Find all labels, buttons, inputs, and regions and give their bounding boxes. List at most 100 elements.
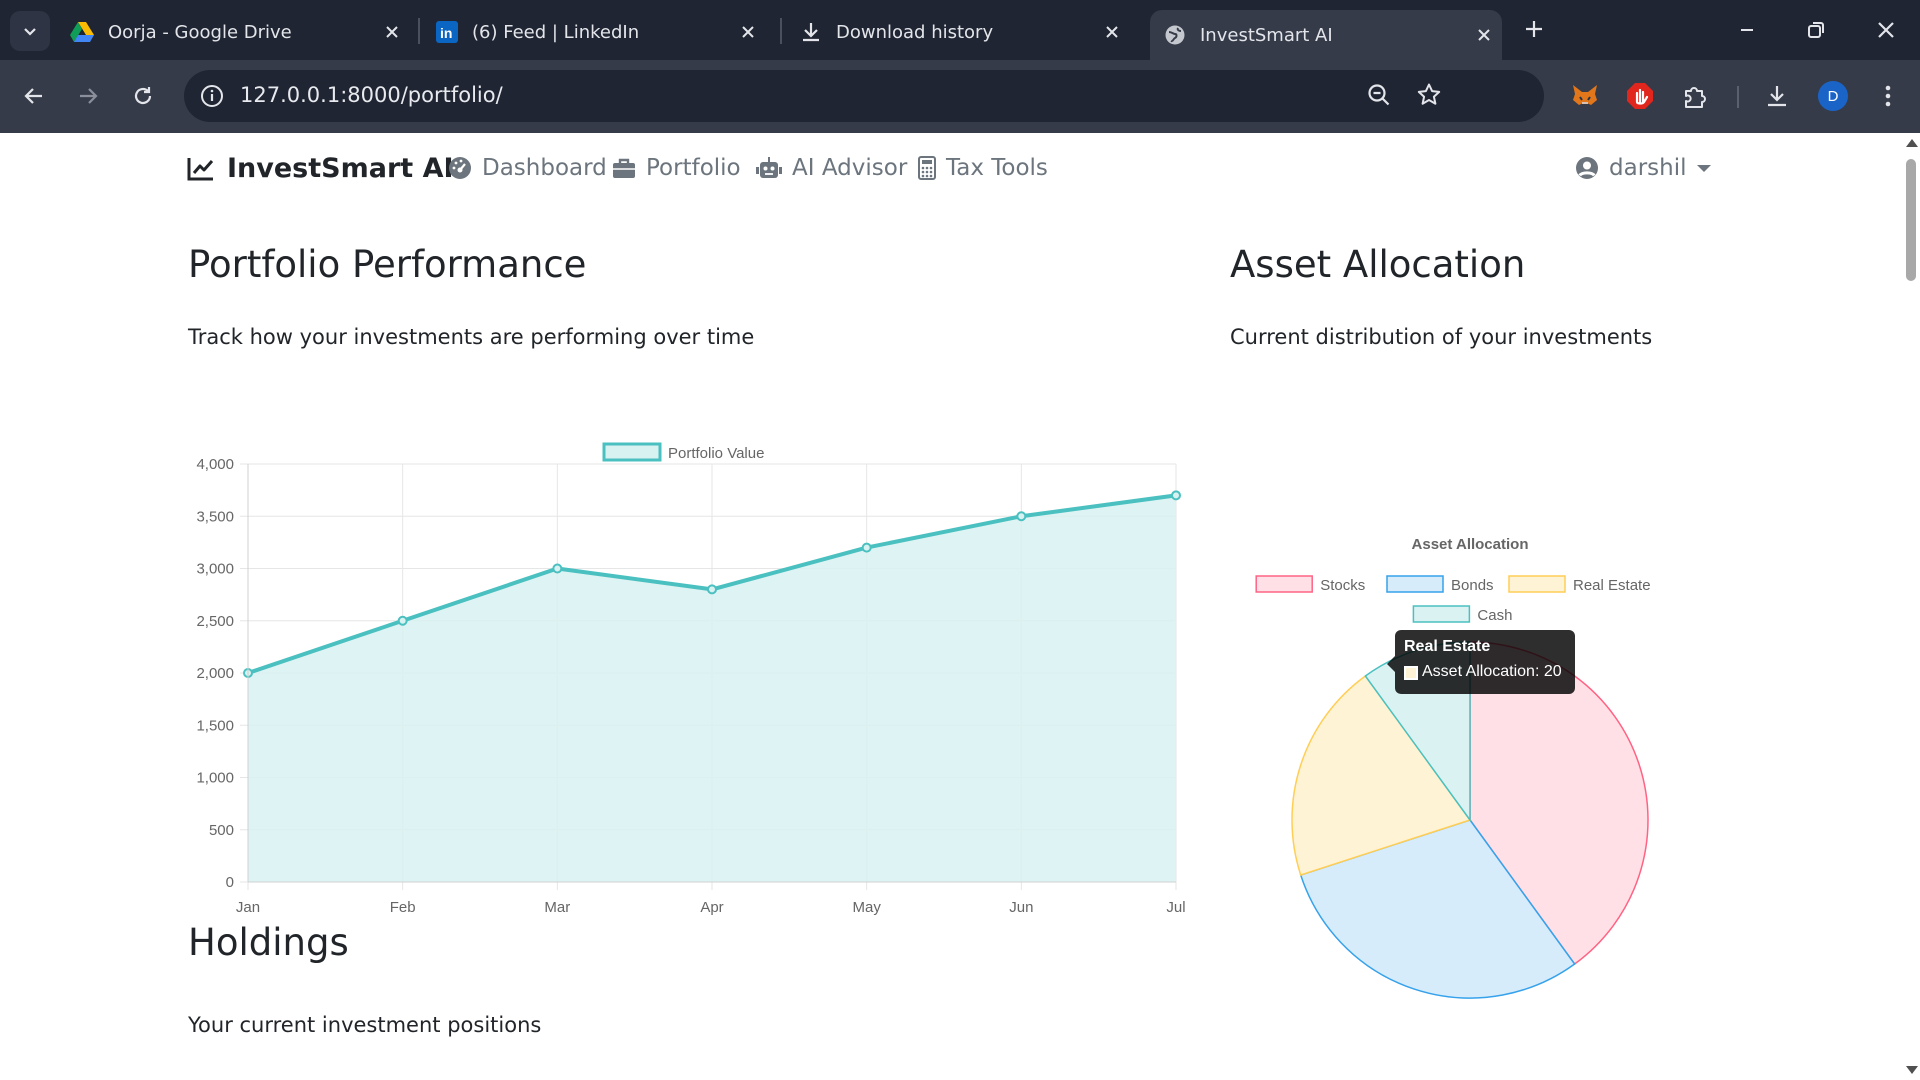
briefcase-icon: [613, 158, 635, 178]
tab-title: Download history: [836, 21, 994, 43]
google-drive-icon: [70, 22, 94, 42]
tab-separator: [780, 18, 782, 44]
arrow-left-icon: [24, 88, 42, 104]
minimize-button[interactable]: [1725, 10, 1769, 50]
zoom-out-icon: [1368, 84, 1390, 106]
legend-label: Stocks: [1320, 577, 1365, 594]
nav-link-label: Portfolio: [646, 155, 741, 181]
x-tick-label: Jan: [236, 899, 260, 916]
close-icon: [1106, 26, 1118, 38]
svg-text:in: in: [440, 25, 452, 41]
tab-google-drive[interactable]: Oorja - Google Drive: [70, 10, 410, 54]
profile-avatar[interactable]: D: [1818, 81, 1848, 111]
chart-tooltip: Real Estate Asset Allocation: 20: [1387, 630, 1575, 694]
more-vertical-icon: [1885, 85, 1891, 107]
robot-icon: [756, 157, 782, 178]
reload-button[interactable]: [125, 78, 161, 114]
restore-button[interactable]: [1794, 10, 1838, 50]
linkedin-icon: in: [436, 21, 458, 43]
tab-download-history[interactable]: Download history: [800, 10, 1130, 54]
nav-ai-advisor[interactable]: AI Advisor: [756, 155, 907, 181]
restore-icon: [1808, 22, 1824, 38]
download-icon: [803, 23, 819, 42]
tab-investsmart-active[interactable]: InvestSmart AI: [1150, 10, 1502, 60]
legend-swatch: [1255, 575, 1313, 593]
download-icon: [1768, 86, 1786, 107]
holdings-subtitle: Your current investment positions: [188, 1013, 542, 1037]
close-window-button[interactable]: [1864, 10, 1908, 50]
scroll-down-arrow[interactable]: [1906, 1066, 1918, 1074]
tab-separator: [418, 18, 420, 44]
y-tick-label: 500: [209, 822, 234, 839]
scroll-up-arrow[interactable]: [1906, 139, 1918, 147]
tooltip-swatch: [1404, 666, 1418, 680]
metamask-extension-button[interactable]: [1569, 80, 1601, 112]
zoom-button[interactable]: [1366, 82, 1394, 110]
legend-label: Real Estate: [1573, 577, 1651, 594]
y-tick-label: 1,000: [196, 770, 234, 787]
tab-title: InvestSmart AI: [1200, 24, 1333, 46]
asset-allocation-chart: Asset Allocation Stocks Bonds Real Estate Ca…: [1255, 536, 1651, 999]
forward-button[interactable]: [70, 78, 106, 114]
close-icon: [742, 26, 754, 38]
y-tick-label: 3,500: [196, 508, 234, 525]
y-tick-label: 1,500: [196, 717, 234, 734]
tab-close-button[interactable]: [1470, 21, 1498, 49]
y-tick-label: 3,000: [196, 561, 234, 578]
minimize-icon: [1741, 29, 1753, 31]
extensions-button[interactable]: [1679, 80, 1711, 112]
x-tick-label: Jun: [1009, 899, 1033, 916]
chart-line-icon: [187, 157, 214, 180]
browser-tab-strip: Oorja - Google Drive in (6) Feed | Linke…: [0, 0, 1920, 60]
page-content: InvestSmart AI Dashboard Portfolio AI Ad…: [0, 133, 1902, 1080]
brand-link[interactable]: InvestSmart AI: [187, 153, 454, 184]
tab-close-button[interactable]: [378, 18, 406, 46]
holdings-heading: Holdings: [188, 921, 349, 964]
x-tick-label: Jul: [1166, 899, 1185, 916]
caret-down-icon: [1696, 164, 1711, 172]
y-tick-label: 4,000: [196, 456, 234, 473]
y-tick-label: 2,500: [196, 613, 234, 630]
back-button[interactable]: [16, 78, 52, 114]
y-tick-label: 2,000: [196, 665, 234, 682]
tab-close-button[interactable]: [1098, 18, 1126, 46]
downloads-button[interactable]: [1761, 80, 1793, 112]
nav-dashboard[interactable]: Dashboard: [448, 155, 607, 181]
puzzle-icon: [1685, 87, 1706, 108]
nav-tax-tools[interactable]: Tax Tools: [918, 155, 1048, 181]
tab-close-button[interactable]: [734, 18, 762, 46]
tab-linkedin[interactable]: in (6) Feed | LinkedIn: [436, 10, 766, 54]
info-icon: [201, 85, 223, 107]
address-bar[interactable]: 127.0.0.1:8000/portfolio/: [184, 70, 1544, 122]
legend-label: Cash: [1477, 607, 1512, 624]
user-menu[interactable]: darshil: [1575, 155, 1711, 181]
tooltip-body: Asset Allocation: 20: [1422, 663, 1562, 680]
bookmark-button[interactable]: [1416, 82, 1444, 110]
url-text[interactable]: 127.0.0.1:8000/portfolio/: [240, 83, 503, 107]
new-tab-button[interactable]: [1517, 12, 1551, 46]
adblock-extension-button[interactable]: [1624, 80, 1656, 112]
legend-label: Bonds: [1451, 577, 1494, 594]
tab-title: Oorja - Google Drive: [108, 21, 292, 43]
reload-icon: [134, 87, 152, 105]
tab-search-button[interactable]: [10, 11, 50, 51]
fox-icon: [1573, 85, 1597, 105]
browser-menu-button[interactable]: [1872, 80, 1904, 112]
legend-swatch: [602, 442, 662, 462]
site-info-button[interactable]: [198, 82, 226, 110]
chevron-down-icon: [24, 28, 36, 36]
gauge-icon: [449, 157, 471, 179]
data-point: [552, 563, 563, 574]
chart-title: Asset Allocation: [1412, 536, 1529, 553]
nav-link-label: Tax Tools: [946, 155, 1048, 181]
x-tick-label: Feb: [390, 899, 416, 916]
legend-swatch: [1412, 605, 1471, 623]
browser-toolbar: 127.0.0.1:8000/portfolio/ D: [0, 60, 1920, 133]
x-tick-label: May: [852, 899, 881, 916]
data-point: [1171, 490, 1181, 501]
scrollbar-thumb[interactable]: [1906, 159, 1916, 281]
nav-portfolio[interactable]: Portfolio: [612, 155, 741, 181]
globe-icon: [1165, 25, 1185, 45]
page-scrollbar[interactable]: [1902, 133, 1920, 1080]
performance-heading: Portfolio Performance: [188, 243, 587, 286]
